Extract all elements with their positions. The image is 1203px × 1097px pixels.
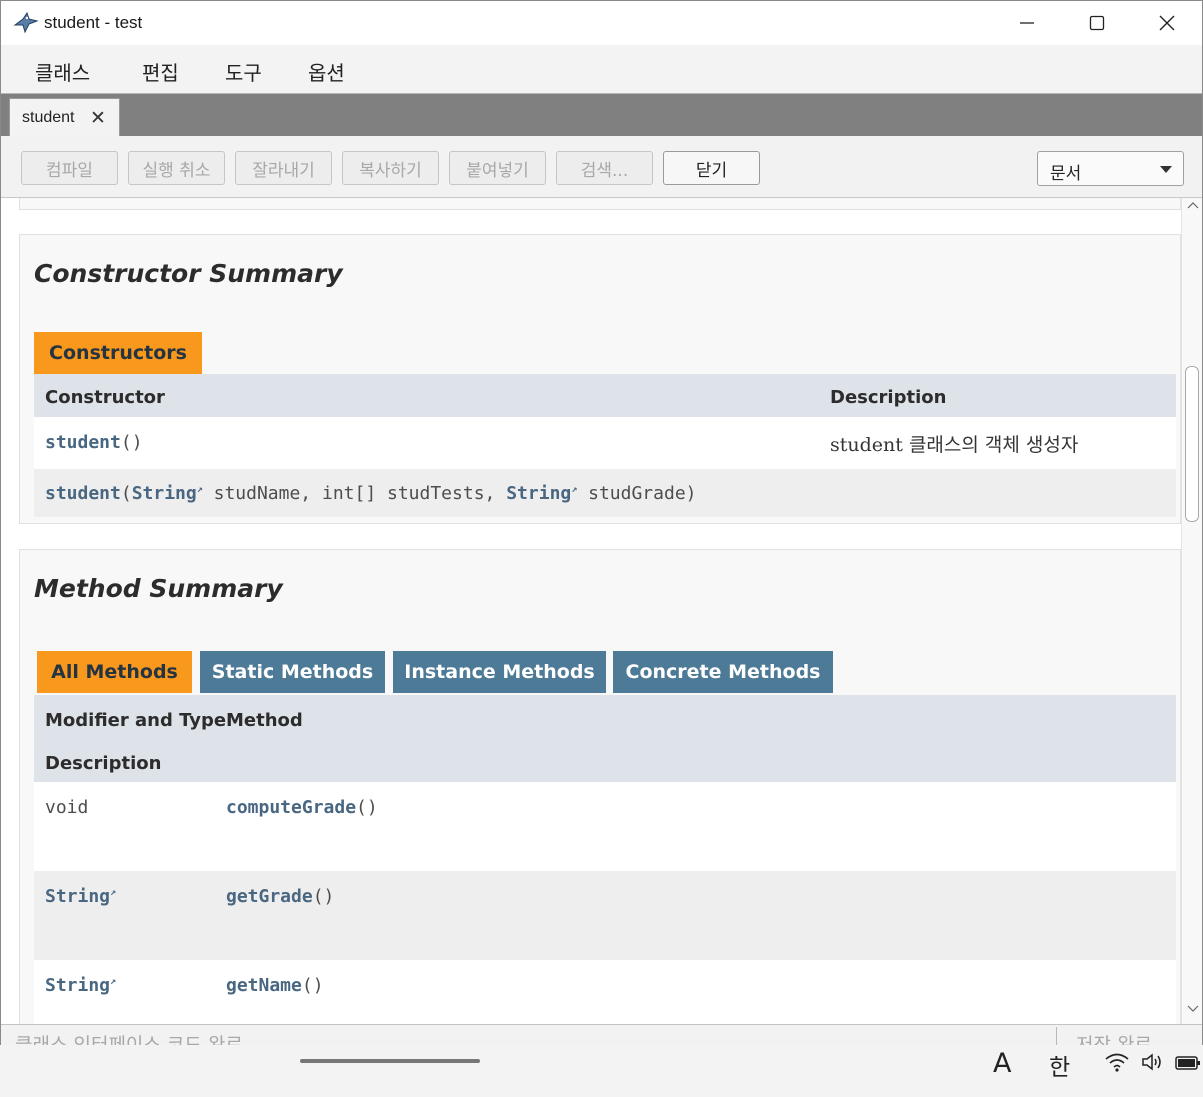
- compile-button[interactable]: 컴파일: [21, 151, 118, 185]
- constructor-description: student 클래스의 객체 생성자: [830, 434, 1079, 456]
- method-signature: computeGrade(): [226, 797, 378, 818]
- tab-concrete-methods[interactable]: Concrete Methods: [613, 651, 833, 693]
- table-row: student(String↗ studName, int[] studTest…: [34, 469, 1176, 517]
- table-row: String↗ getName(): [34, 960, 1176, 1024]
- constructor-params: studName, int[] studTests,: [213, 483, 507, 504]
- string-type-link[interactable]: String: [45, 886, 110, 907]
- menu-bar: 클래스 편집 도구 옵션: [1, 45, 1202, 94]
- method-signature: getName(): [226, 975, 324, 996]
- string-type-link[interactable]: String: [506, 483, 571, 504]
- minimize-button[interactable]: [992, 1, 1062, 45]
- window-title: student - test: [44, 13, 143, 32]
- editor-tab-strip: student ✕: [1, 94, 1202, 136]
- status-divider: [1056, 1027, 1057, 1046]
- tab-all-methods[interactable]: All Methods: [37, 651, 192, 693]
- find-button[interactable]: 검색...: [556, 151, 653, 185]
- battery-icon[interactable]: [1174, 1051, 1202, 1073]
- menu-class[interactable]: 클래스: [35, 57, 90, 86]
- method-return-type: String↗: [45, 886, 116, 907]
- constructor-signature: student(String↗ studName, int[] studTest…: [45, 483, 697, 504]
- constructors-caption: Constructors: [34, 332, 202, 374]
- method-link[interactable]: getGrade: [226, 886, 313, 907]
- system-taskbar: A 한: [0, 1045, 1203, 1097]
- home-indicator[interactable]: [300, 1059, 480, 1063]
- method-description-header: Description: [45, 753, 162, 774]
- modifier-column-header: Modifier and Type: [45, 710, 227, 731]
- wifi-icon[interactable]: [1104, 1051, 1130, 1073]
- method-summary-title: Method Summary: [34, 574, 283, 603]
- editor-toolbar: 컴파일 실행 취소 잘라내기 복사하기 붙여넣기 검색... 닫기: [1, 136, 1202, 198]
- table-row: student() student 클래스의 객체 생성자: [34, 417, 1176, 469]
- save-status: 저장 완료: [1076, 1034, 1152, 1046]
- method-return-type: void: [45, 797, 89, 818]
- scrollbar-thumb[interactable]: [1185, 366, 1199, 522]
- scroll-up-icon[interactable]: [1187, 200, 1199, 210]
- constructor-column-header: Constructor: [45, 387, 165, 408]
- speaker-icon[interactable]: [1140, 1051, 1166, 1073]
- method-link[interactable]: getName: [226, 975, 302, 996]
- app-window: student - test 클래스 편집 도구 옵션 student ✕ 컴파…: [0, 0, 1203, 1097]
- menu-tools[interactable]: 도구: [225, 57, 262, 86]
- title-bar: student - test: [1, 1, 1202, 45]
- view-select[interactable]: 문서: [1037, 151, 1184, 186]
- menu-options[interactable]: 옵션: [308, 57, 345, 86]
- table-row: void computeGrade(): [34, 782, 1176, 871]
- constructor-params: (): [120, 432, 143, 453]
- view-select-value: 문서: [1050, 164, 1082, 184]
- constructor-signature: student(): [45, 432, 143, 453]
- constructor-link[interactable]: student: [45, 432, 121, 453]
- method-params: (): [356, 797, 378, 818]
- tab-close-icon[interactable]: ✕: [90, 107, 106, 130]
- method-link[interactable]: computeGrade: [226, 797, 356, 818]
- copy-button[interactable]: 복사하기: [342, 151, 439, 185]
- minimize-icon: [1020, 22, 1034, 24]
- method-summary-section: Method Summary All Methods Static Method…: [19, 549, 1181, 1024]
- constructor-summary-section: Constructor Summary Constructors Constru…: [19, 234, 1181, 524]
- external-link-icon: ↗: [110, 887, 117, 898]
- constructor-link[interactable]: student: [45, 483, 121, 504]
- method-params: (): [301, 975, 324, 996]
- scroll-down-icon[interactable]: [1187, 1004, 1199, 1014]
- method-signature: getGrade(): [226, 886, 334, 907]
- bluej-bird-icon: [13, 11, 39, 34]
- tab-student[interactable]: student ✕: [9, 98, 120, 136]
- cut-button[interactable]: 잘라내기: [235, 151, 332, 185]
- close-window-button[interactable]: [1132, 1, 1202, 45]
- method-column-header: Method: [226, 710, 303, 731]
- constructor-summary-title: Constructor Summary: [34, 259, 343, 288]
- constructor-params: studGrade): [588, 483, 697, 504]
- undo-button[interactable]: 실행 취소: [128, 151, 225, 185]
- tab-static-methods[interactable]: Static Methods: [200, 651, 385, 693]
- maximize-icon: [1089, 15, 1105, 31]
- close-editor-button[interactable]: 닫기: [663, 151, 760, 185]
- method-params: (): [312, 886, 335, 907]
- ime-language-indicator[interactable]: 한: [1049, 1048, 1070, 1082]
- vertical-scrollbar[interactable]: [1181, 198, 1202, 1024]
- previous-section-edge: [19, 198, 1181, 210]
- constructor-table-header: Constructor Description: [34, 374, 1176, 417]
- chevron-down-icon: [1160, 166, 1172, 173]
- constructor-open-paren: (: [120, 483, 132, 504]
- external-link-icon: ↗: [110, 976, 117, 987]
- string-type-link[interactable]: String: [132, 483, 197, 504]
- tab-label: student: [22, 109, 75, 126]
- string-type-link[interactable]: String: [45, 975, 110, 996]
- status-bar: 클래스 인터페이스 코드 완료 저장 완료: [1, 1024, 1202, 1046]
- documentation-view[interactable]: Constructor Summary Constructors Constru…: [2, 198, 1181, 1024]
- paste-button[interactable]: 붙여넣기: [449, 151, 546, 185]
- tab-instance-methods[interactable]: Instance Methods: [393, 651, 606, 693]
- menu-edit[interactable]: 편집: [142, 57, 179, 86]
- method-return-type: String↗: [45, 975, 116, 996]
- method-table-header: Modifier and Type Method Description: [34, 695, 1176, 782]
- ime-mode-indicator[interactable]: A: [993, 1048, 1011, 1079]
- status-message: 클래스 인터페이스 코드 완료: [15, 1034, 243, 1046]
- close-icon: [1159, 15, 1175, 31]
- table-row: String↗ getGrade(): [34, 871, 1176, 960]
- maximize-button[interactable]: [1062, 1, 1132, 45]
- description-column-header: Description: [830, 387, 947, 408]
